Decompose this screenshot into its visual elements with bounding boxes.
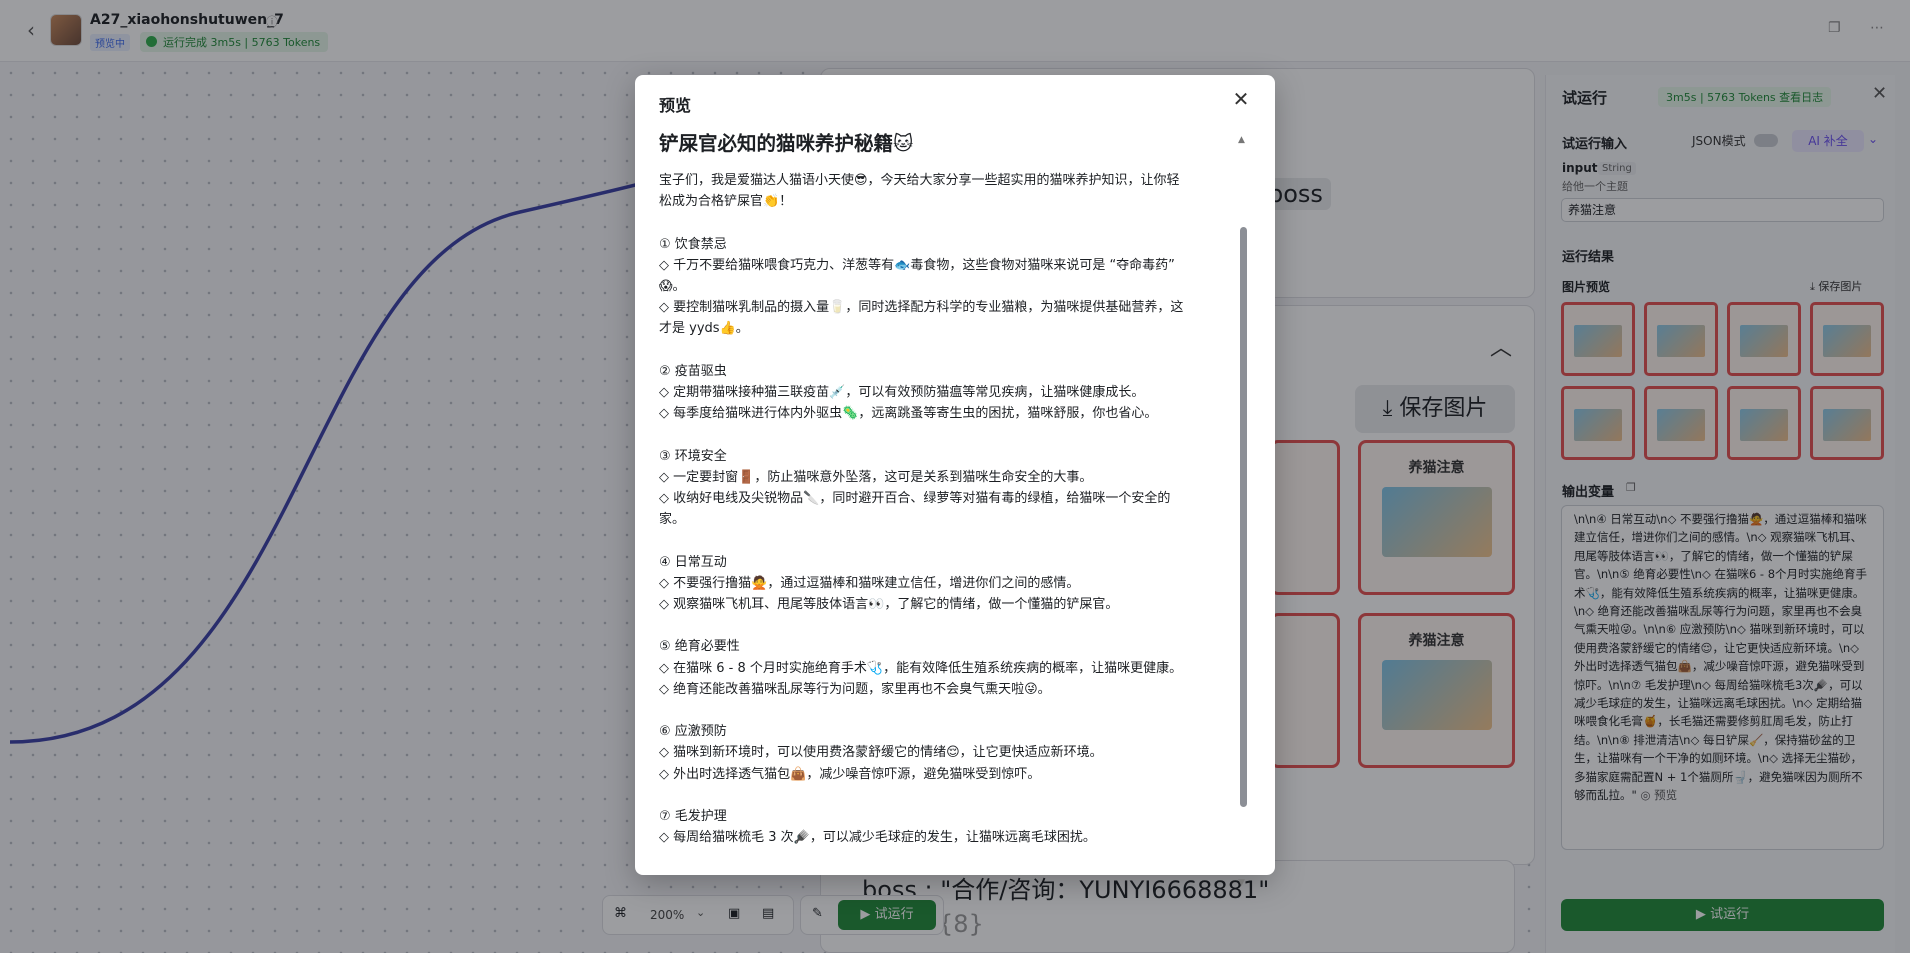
scroll-thumb[interactable] (1240, 227, 1247, 807)
content-line: 😱。 (659, 279, 686, 294)
content-line: ◇ 定期带猫咪接种猫三联疫苗💉，可以有效预防猫瘟等常见疾病，让猫咪健康成长。 (659, 385, 1145, 400)
content-line: 宝子们，我是爱猫达人猫语小天使😎，今天给大家分享一些超实用的猫咪养护知识，让你轻 (659, 173, 1180, 188)
content-title: 铲屎官必知的猫咪养护秘籍🐱 (659, 132, 914, 155)
modal-content: 铲屎官必知的猫咪养护秘籍🐱 宝子们，我是爱猫达人猫语小天使😎，今天给大家分享一些… (659, 127, 1233, 855)
content-line: ◇ 每周给猫咪梳毛 3 次🪮，可以减少毛球症的发生，让猫咪远离毛球困扰。 (659, 830, 1096, 846)
content-line (659, 615, 1233, 636)
content-line: ③ 环境安全 (659, 448, 727, 464)
content-line (659, 212, 1233, 233)
content-line: ◇ 一定要封窗🚪，防止猫咪意外坠落，这可是关系到猫咪生命安全的大事。 (659, 469, 1093, 485)
content-line: ◇ 猫咪到新环境时，可以使用费洛蒙舒缓它的情绪😌，让它更快适应新环境。 (659, 745, 1103, 761)
preview-modal: 预览 ✕ 铲屎官必知的猫咪养护秘籍🐱 宝子们，我是爱猫达人猫语小天使😎，今天给大… (635, 75, 1275, 888)
content-line: ◇ 收纳好电线及尖锐物品🔪，同时避开百合、绿萝等对猫有毒的绿植，给猫咪一个安全的 (659, 491, 1171, 506)
scroll-up-icon[interactable]: ▲ (1238, 135, 1245, 145)
content-line: ◇ 不要强行撸猫🙅，通过逗猫棒和猫咪建立信任，增进你们之间的感情。 (659, 575, 1080, 591)
content-line: ⑥ 应激预防 (659, 724, 727, 740)
content-line (659, 340, 1233, 361)
content-line (659, 785, 1233, 806)
content-body: 宝子们，我是爱猫达人猫语小天使😎，今天给大家分享一些超实用的猫咪养护知识，让你轻… (659, 170, 1233, 848)
content-line: ⑤ 绝育必要性 (659, 639, 740, 655)
content-line (659, 424, 1233, 445)
content-line: ⑦ 毛发护理 (659, 808, 727, 824)
close-icon[interactable]: ✕ (1230, 88, 1252, 110)
content-line: ◇ 千万不要给猫咪喂食巧克力、洋葱等有🐟毒食物，这些食物对猫咪来说可是 “夺命毒… (659, 257, 1175, 273)
modal-title: 预览 (659, 96, 692, 115)
scroll-down-icon[interactable]: ▼ (1238, 878, 1245, 888)
content-line (659, 700, 1233, 721)
content-line: 松成为合格铲屎官👏！ (659, 194, 793, 210)
content-line: ② 疫苗驱虫 (659, 363, 727, 379)
content-line: ④ 日常互动 (659, 554, 727, 570)
content-line: ◇ 每季度给猫咪进行体内外驱虫🦠，远离跳蚤等寄生虫的困扰，猫咪舒服，你也省心。 (659, 406, 1158, 422)
content-line: ◇ 观察猫咪飞机耳、甩尾等肢体语言👀，了解它的情绪，做一个懂猫的铲屎官。 (659, 597, 1119, 612)
content-line: ◇ 在猫咪 6 - 8 个月时实施绝育手术🩺，能有效降低生殖系统疾病的概率，让猫… (659, 660, 1183, 676)
content-line: ◇ 外出时选择透气猫包👜，减少噪音惊吓源，避免猫咪受到惊吓。 (659, 766, 1041, 782)
content-line: ① 饮食禁忌 (659, 236, 727, 252)
content-line (659, 530, 1233, 551)
content-line: 家。 (659, 512, 686, 528)
content-line: ◇ 绝育还能改善猫咪乱尿等行为问题，家里再也不会臭气熏天啦😜。 (659, 681, 1051, 697)
content-line: ◇ 要控制猫咪乳制品的摄入量🥛，同时选择配方科学的专业猫粮，为猫咪提供基础营养，… (659, 300, 1184, 316)
content-line: 才是 yyds👍。 (659, 321, 749, 337)
scrollbar[interactable]: ▲ ▼ (1238, 135, 1247, 888)
